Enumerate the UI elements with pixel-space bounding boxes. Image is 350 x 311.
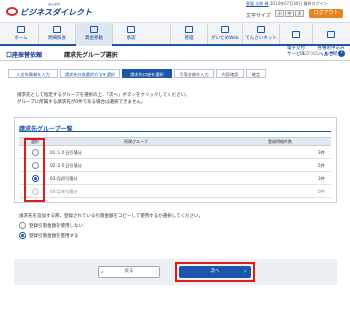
user-name-link[interactable]: 愛媛 太郎 様 (246, 1, 269, 6)
group-count: 3件 (318, 176, 325, 181)
document-icon (53, 26, 61, 33)
form-icon (327, 31, 335, 38)
management-icon (185, 26, 193, 33)
step-complete: 確定 (246, 69, 266, 78)
help-link[interactable]: ヘルプ (318, 50, 335, 58)
nav-item-label: 資金移動 (85, 36, 103, 41)
nav-item-statements[interactable]: 明細照会 (39, 22, 75, 46)
chevron-left-icon: ‹ (101, 269, 104, 276)
nav-item-label: ホーム (14, 36, 28, 41)
nav-item-label: 明細照会 (48, 36, 66, 41)
step-select-method: 請求先口座選択方法を選択 (60, 69, 120, 78)
nav-item-gaitame-web[interactable]: がいためWeb (208, 22, 242, 46)
nav-item-home[interactable]: ホーム (4, 22, 38, 46)
currency-icon (221, 26, 229, 33)
option-label-copy[interactable]: 登録引落金額を使用する (29, 233, 79, 239)
group-count: 5件 (318, 163, 325, 168)
nav-item-label: 承認 (126, 36, 136, 41)
section-title: 口座振替依頼 (6, 52, 43, 59)
option-radio-copy[interactable] (19, 232, 26, 239)
title-bar (0, 47, 350, 61)
step-confirm: 内容確認 (216, 69, 244, 78)
nav-item-approval[interactable]: 承認 (113, 22, 149, 46)
group-name: 02:２０日引落分 (50, 163, 82, 168)
option-label-no-copy[interactable]: 登録引落金額を使用しない (29, 223, 83, 229)
back-button[interactable]: 戻る (98, 266, 160, 278)
group-name: 01:１０日引落分 (50, 150, 82, 155)
mail-icon (292, 31, 300, 38)
step-select-account: 請求先口座を選択 (122, 69, 172, 78)
font-size-small-button[interactable]: 小 (275, 10, 284, 17)
nav-item-funds-transfer[interactable]: 資金移動 (76, 22, 112, 46)
nav-item-applications[interactable]: 各種お申込み ・お手続き (313, 22, 349, 57)
step-enter-payee: 入金先情報を入力 (8, 69, 58, 78)
group-count: 0件 (318, 189, 325, 194)
font-size-large-button[interactable]: 大 (295, 10, 304, 17)
next-button-highlight (175, 262, 255, 282)
instruction-line-2: グループに所属する請求先が0件である場合は選択できません。 (17, 100, 146, 105)
nav-item-densai-net[interactable]: でんさいネット (243, 22, 279, 46)
select-column-highlight (24, 138, 45, 202)
font-size-medium-button[interactable]: 中 (285, 10, 294, 17)
network-icon (257, 26, 265, 33)
brand-small-text: みんなの (48, 2, 61, 6)
instruction-line-1: 請求先として指定するグループを選択の上、「次へ」ボタンをクリックしてください。 (17, 93, 190, 98)
logout-button[interactable]: ログアウト (309, 9, 343, 18)
column-header-count: 登録明細件数 (268, 139, 292, 144)
option-radio-no-copy[interactable] (19, 222, 26, 229)
group-name: 04:月末引落分 (50, 189, 78, 194)
column-header-group: 所属グループ (124, 139, 148, 144)
last-login-text: 2014年07月30日 最終ログイン (269, 1, 328, 6)
nav-item-label: でんさいネット (245, 36, 277, 41)
nav-item-electronic-delivery[interactable]: 電子交付 サービス (280, 22, 312, 57)
nav-item-label: 管理 (184, 36, 194, 41)
nav-item-label: がいためWeb (211, 36, 239, 41)
group-count: 3件 (318, 150, 325, 155)
approval-icon (127, 26, 135, 33)
font-size-label: 文字サイズ (246, 13, 271, 19)
copy-amount-prompt: 請求先を追加する際、登録されている引落金額をコピーして使用するか選択してください… (19, 214, 203, 219)
user-info: 愛媛 太郎 様 2014年07月30日 最終ログイン (246, 1, 327, 7)
page-title: 請求先グループ選択 (64, 52, 118, 59)
transfer-icon (90, 26, 98, 33)
brand-logo-icon (6, 7, 18, 16)
help-icon[interactable]: ? (338, 50, 345, 57)
group-list-title-underline (19, 131, 331, 132)
home-icon (17, 26, 25, 33)
screen-id: BKZF005 (300, 51, 319, 56)
step-enter-amount: 引落金額を入力 (174, 69, 214, 78)
group-name: 03:月初引落分 (50, 176, 78, 181)
nav-item-management[interactable]: 管理 (171, 22, 207, 46)
brand-logo-text: ビジネスダイレクト (20, 8, 92, 17)
